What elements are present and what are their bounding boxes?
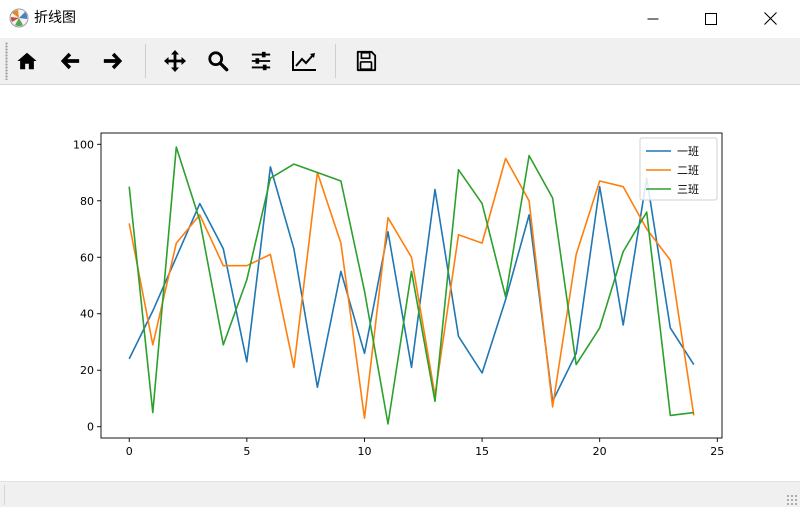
y-tick-label: 40 [80, 308, 94, 321]
y-tick-label: 80 [80, 195, 94, 208]
resize-grip[interactable] [786, 494, 798, 506]
matplotlib-icon [9, 8, 29, 28]
maximize-button[interactable] [682, 0, 740, 37]
series-line-3[interactable] [128, 146, 694, 425]
y-tick-label: 60 [80, 251, 94, 264]
save-button[interactable] [350, 45, 382, 77]
minimize-icon [647, 18, 659, 19]
x-tick-label: 10 [357, 445, 371, 458]
figure-canvas[interactable]: 0 5 10 15 20 25 0 20 40 60 80 100 一班二班三班 [0, 85, 800, 481]
save-icon [356, 50, 377, 72]
arrow-left-icon [60, 52, 80, 70]
status-separator [4, 485, 5, 505]
chart-line-icon [292, 51, 316, 71]
close-icon [763, 12, 777, 25]
toolbar-grip[interactable] [5, 42, 8, 80]
pan-button[interactable] [159, 45, 191, 77]
legend-label-2: 二班 [677, 164, 699, 177]
search-icon [208, 51, 229, 72]
toolbar-separator [145, 44, 146, 78]
maximize-icon [705, 12, 717, 25]
home-button[interactable] [11, 45, 43, 77]
app-window: 折线图 0 5 10 15 20 25 0 20 40 60 80 100 一班… [0, 0, 800, 507]
home-icon [17, 52, 37, 70]
subplots-button[interactable] [245, 45, 277, 77]
minimize-button[interactable] [624, 0, 682, 37]
series-line-1[interactable] [128, 166, 695, 403]
x-tick-label: 15 [475, 445, 489, 458]
zoom-button[interactable] [202, 45, 234, 77]
arrow-right-icon [103, 52, 123, 70]
move-icon [164, 50, 186, 72]
legend-label-1: 一班 [677, 145, 699, 158]
close-button[interactable] [741, 0, 799, 37]
edit-axis-button[interactable] [288, 45, 320, 77]
x-tick-label: 5 [243, 445, 250, 458]
x-tick-label: 25 [710, 445, 724, 458]
x-tick-label: 20 [593, 445, 607, 458]
back-button[interactable] [54, 45, 86, 77]
window-title: 折线图 [34, 10, 76, 26]
series-line-2[interactable] [128, 157, 695, 420]
navigation-toolbar [0, 38, 800, 85]
y-tick-label: 100 [73, 138, 94, 151]
x-tick-label: 0 [126, 445, 133, 458]
legend-label-3: 三班 [677, 183, 699, 196]
line-chart[interactable]: 0 5 10 15 20 25 0 20 40 60 80 100 一班二班三班 [0, 85, 800, 481]
y-tick-label: 0 [87, 421, 94, 434]
sliders-icon [251, 51, 271, 71]
forward-button[interactable] [97, 45, 129, 77]
y-tick-label: 20 [80, 364, 94, 377]
title-bar: 折线图 [0, 0, 800, 37]
toolbar-separator [335, 44, 336, 78]
status-bar [0, 481, 800, 507]
